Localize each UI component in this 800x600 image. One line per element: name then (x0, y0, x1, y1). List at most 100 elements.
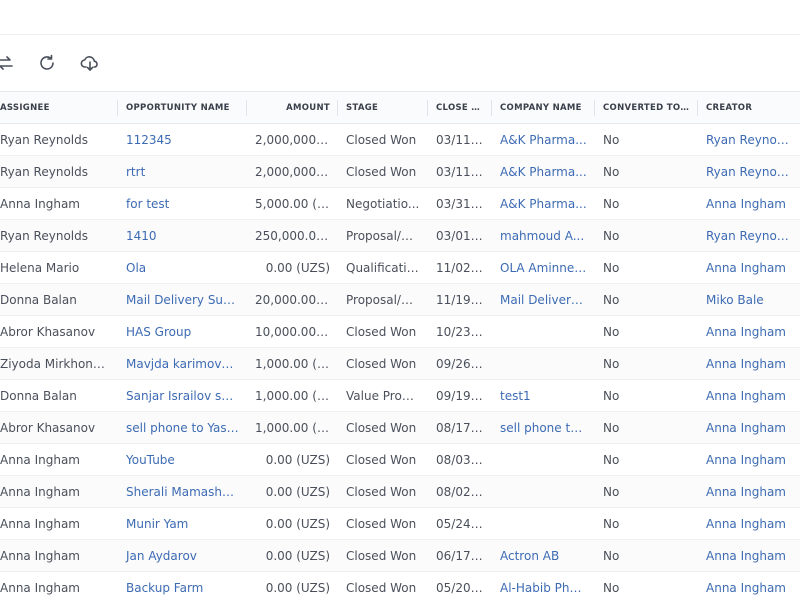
cell-amount: 0.00 (UZS) (247, 507, 338, 540)
cell-assignee: Ryan Reynolds (0, 123, 118, 156)
table-row[interactable]: Anna Ingham YouTube 0.00 (UZS) Closed Won 08… (0, 443, 800, 476)
cell-opportunity-name[interactable]: sell phone to Yash... (118, 411, 247, 444)
cell-creator[interactable]: Anna Ingham (698, 251, 800, 284)
cell-company-name[interactable]: Actron AB (492, 539, 595, 572)
cell-creator[interactable]: Anna Ingham (698, 187, 800, 220)
cell-company-name[interactable]: A&K Pharma... (492, 187, 595, 220)
cell-company-name[interactable] (492, 443, 595, 476)
grid-toolbar (0, 35, 800, 91)
cell-converted: No (595, 347, 698, 380)
cell-converted: No (595, 507, 698, 540)
column-header-opportunity-name[interactable]: OPPORTUNITY NAME (118, 91, 247, 124)
cell-opportunity-name[interactable]: Jan Aydarov (118, 539, 247, 572)
table-row[interactable]: Ryan Reynolds rtrt 2,000,000.00 (Closed Wo… (0, 155, 800, 188)
table-row[interactable]: Helena Mario Ola 0.00 (UZS) Qualification 11… (0, 251, 800, 284)
cell-opportunity-name[interactable]: YouTube (118, 443, 247, 476)
table-row[interactable]: Ziyoda Mirkhonova Mavjda karimova -... 1,0… (0, 347, 800, 380)
cell-converted: No (595, 379, 698, 412)
cell-company-name[interactable]: Mail Delivery ... (492, 283, 595, 316)
cell-close-date: 08/02/... (428, 475, 492, 508)
column-header-amount[interactable]: AMOUNT (247, 91, 338, 124)
cell-creator[interactable]: Anna Ingham (698, 347, 800, 380)
cell-stage: Closed Won (338, 155, 428, 188)
cell-creator[interactable]: Ryan Reynolds (698, 123, 800, 156)
cell-company-name[interactable] (492, 475, 595, 508)
cell-opportunity-name[interactable]: 1410 (118, 219, 247, 252)
cell-opportunity-name[interactable]: Mail Delivery Subs... (118, 283, 247, 316)
column-header-close-date[interactable]: CLOSE D... (428, 91, 492, 124)
cell-opportunity-name[interactable]: for test (118, 187, 247, 220)
cell-company-name[interactable]: A&K Pharma... (492, 155, 595, 188)
cell-amount: 5,000.00 (JOD (247, 187, 338, 220)
cell-close-date: 11/19/20... (428, 283, 492, 316)
cell-opportunity-name[interactable]: Backup Farm (118, 571, 247, 600)
cell-stage: Proposal/Pr... (338, 219, 428, 252)
cell-opportunity-name[interactable]: Ola (118, 251, 247, 284)
cell-creator[interactable]: Anna Ingham (698, 507, 800, 540)
cell-assignee: Ryan Reynolds (0, 219, 118, 252)
table-row[interactable]: Anna Ingham Jan Aydarov 0.00 (UZS) Closed W… (0, 539, 800, 572)
cell-creator[interactable]: Anna Ingham (698, 539, 800, 572)
cell-close-date: 03/11/2... (428, 123, 492, 156)
column-header-stage[interactable]: STAGE (338, 91, 428, 124)
cell-amount: 0.00 (UZS) (247, 475, 338, 508)
cell-company-name[interactable]: Al-Habib Pha... (492, 571, 595, 600)
cell-opportunity-name[interactable]: Munir Yam (118, 507, 247, 540)
cell-close-date: 05/20/... (428, 571, 492, 600)
cell-close-date: 09/19/2... (428, 379, 492, 412)
table-row[interactable]: Ryan Reynolds 1410 250,000.00 (U: Proposal/… (0, 219, 800, 252)
refresh-button[interactable] (36, 52, 58, 74)
cell-assignee: Anna Ingham (0, 443, 118, 476)
cell-stage: Value Prop... (338, 379, 428, 412)
cell-opportunity-name[interactable]: Mavjda karimova -... (118, 347, 247, 380)
cell-company-name[interactable]: mahmoud A... (492, 219, 595, 252)
cell-creator[interactable]: Anna Ingham (698, 379, 800, 412)
cell-opportunity-name[interactable]: Sherali Mamashar... (118, 475, 247, 508)
table-row[interactable]: Abror KhasanovHAS Group10,000.00 (UZSClo… (0, 315, 800, 348)
column-header-company-name[interactable]: COMPANY NAME (492, 91, 595, 124)
sync-icon (0, 56, 13, 70)
cell-creator[interactable]: Ryan Reynolds (698, 155, 800, 188)
cell-opportunity-name[interactable]: HAS Group (118, 315, 247, 348)
download-button[interactable] (79, 52, 101, 74)
table-row[interactable]: Anna Ingham Sherali Mamashar... 0.00 (UZS)… (0, 475, 800, 508)
cell-company-name[interactable] (492, 507, 595, 540)
column-header-converted[interactable]: CONVERTED TO ... (595, 91, 698, 124)
table-row[interactable]: Anna Ingham Munir Yam 0.00 (UZS) Closed Won… (0, 507, 800, 540)
cell-company-name[interactable] (492, 347, 595, 380)
cell-creator[interactable]: Anna Ingham (698, 443, 800, 476)
sync-button[interactable] (0, 52, 16, 74)
cell-converted: No (595, 251, 698, 284)
cell-company-name[interactable]: test1 (492, 379, 595, 412)
table-row[interactable]: Abror Khasanov sell phone to Yash... 1,000… (0, 411, 800, 444)
cell-amount: 20,000.00 (UZ: (247, 283, 338, 316)
cell-assignee: Ziyoda Mirkhonova (0, 347, 118, 380)
cell-opportunity-name[interactable]: Sanjar Israilov selli... (118, 379, 247, 412)
table-row[interactable]: Ryan Reynolds 112345 2,000,000.00 (Closed … (0, 123, 800, 156)
cell-stage: Closed Won (338, 315, 428, 348)
column-header-assignee[interactable]: ASSIGNEE (0, 91, 118, 124)
cell-company-name[interactable] (492, 315, 595, 348)
column-header-creator[interactable]: CREATOR (698, 91, 800, 124)
table-header-row: ASSIGNEE OPPORTUNITY NAME AMOUNT STAGE C… (0, 91, 800, 124)
cell-creator[interactable]: Anna Ingham (698, 571, 800, 600)
table-row[interactable]: Donna Balan Sanjar Israilov selli... 1,000… (0, 379, 800, 412)
table-row[interactable]: Anna Ingham Backup Farm 0.00 (UZS) Closed W… (0, 571, 800, 600)
cell-creator[interactable]: Miko Bale (698, 283, 800, 316)
cell-assignee: Ryan Reynolds (0, 155, 118, 188)
cell-creator[interactable]: Anna Ingham (698, 411, 800, 444)
cell-opportunity-name[interactable]: 112345 (118, 123, 247, 156)
cell-amount: 0.00 (UZS) (247, 443, 338, 476)
cell-company-name[interactable]: OLA Aminne ... (492, 251, 595, 284)
table-row[interactable]: Anna Ingham for test 5,000.00 (JOD Negotiat… (0, 187, 800, 220)
cell-creator[interactable]: Anna Ingham (698, 475, 800, 508)
cell-opportunity-name[interactable]: rtrt (118, 155, 247, 188)
cell-creator[interactable]: Anna Ingham (698, 315, 800, 348)
table-row[interactable]: Donna Balan Mail Delivery Subs... 20,000.0… (0, 283, 800, 316)
cell-creator[interactable]: Ryan Reynolds (698, 219, 800, 252)
cell-company-name[interactable]: A&K Pharma... (492, 123, 595, 156)
cell-stage: Negotiatio... (338, 187, 428, 220)
cell-company-name[interactable]: sell phone to ... (492, 411, 595, 444)
cell-amount: 2,000,000.00 ( (247, 123, 338, 156)
cell-close-date: 10/23/2... (428, 315, 492, 348)
